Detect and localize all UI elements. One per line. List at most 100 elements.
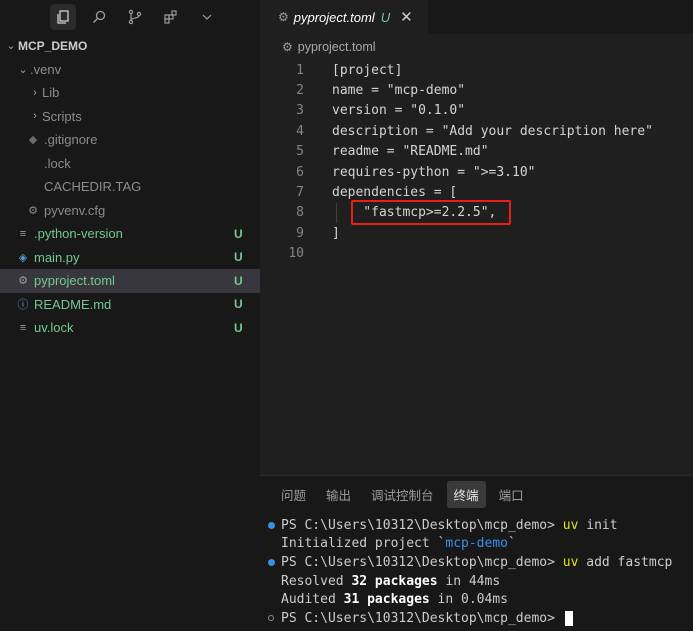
prompt: PS C:\Users\10312\Desktop\mcp_demo> xyxy=(281,610,563,626)
command-success-icon xyxy=(268,521,275,529)
lines-icon: ≡ xyxy=(19,321,27,334)
extensions-icon[interactable] xyxy=(158,4,184,30)
file-label: main.py xyxy=(34,249,80,265)
line-number: 4 xyxy=(296,123,304,139)
explorer-icon[interactable] xyxy=(50,4,76,30)
chevron-down-icon[interactable] xyxy=(194,4,220,30)
editor-tabbar: ⚙ pyproject.toml U ✕ xyxy=(260,0,693,34)
line-text: readme = "README.md" xyxy=(332,144,489,160)
prompt: PS C:\Users\10312\Desktop\mcp_demo> xyxy=(281,554,563,570)
command-args: init xyxy=(578,517,618,533)
file-label: .lock xyxy=(44,155,71,171)
line-number: 3 xyxy=(296,103,304,119)
line-number: 8 xyxy=(296,205,304,221)
command-success-icon xyxy=(268,558,275,566)
file-label: pyproject.toml xyxy=(34,273,115,289)
folder-lib[interactable]: › Lib xyxy=(0,81,260,105)
code-line: 9] xyxy=(260,223,693,243)
output-count: 32 packages xyxy=(351,573,438,589)
line-number: 2 xyxy=(296,83,304,99)
file-python-version[interactable]: ≡ .python-version U xyxy=(0,222,260,246)
root-folder[interactable]: ⌄ MCP_DEMO xyxy=(0,34,260,58)
output-text: in 0.04ms xyxy=(429,592,508,608)
gear-icon: ⚙ xyxy=(28,204,38,217)
chevron-right-icon: › xyxy=(33,86,37,99)
file-label: .python-version xyxy=(34,226,123,242)
chevron-down-icon: ⌄ xyxy=(18,63,28,76)
close-icon[interactable]: ✕ xyxy=(400,8,413,26)
file-readme-md[interactable]: ⓘ README.md U xyxy=(0,293,260,317)
prompt: PS C:\Users\10312\Desktop\mcp_demo> xyxy=(281,517,563,533)
file-label: Lib xyxy=(42,85,60,101)
tab-output[interactable]: 输出 xyxy=(319,481,358,508)
tab-problems[interactable]: 问题 xyxy=(274,481,313,508)
file-label: Scripts xyxy=(42,108,82,124)
line-text: requires-python = ">=3.10" xyxy=(332,164,536,180)
code-line: 5 readme = "README.md" xyxy=(260,142,693,162)
gear-icon: ⚙ xyxy=(18,275,28,288)
tab-title: pyproject.toml xyxy=(293,9,375,25)
folder-scripts[interactable]: › Scripts xyxy=(0,105,260,129)
editor-area: ⚙ pyproject.toml U ✕ ⚙ pyproject.toml 1 [… xyxy=(260,0,693,475)
python-icon: ◈ xyxy=(18,251,28,264)
file-cachedir-tag[interactable]: CACHEDIR.TAG xyxy=(0,175,260,199)
git-icon: ◆ xyxy=(28,134,38,147)
root-folder-label: MCP_DEMO xyxy=(18,38,88,53)
bottom-panel: 问题 输出 调试控制台 终端 端口 PS C:\Users\10312\Desk… xyxy=(260,475,693,631)
folder-venv[interactable]: ⌄ .venv xyxy=(0,58,260,82)
file-gitignore[interactable]: ◆ .gitignore xyxy=(0,128,260,152)
code-line: 10 xyxy=(260,244,693,264)
tab-ports[interactable]: 端口 xyxy=(492,481,531,508)
output-text: ` xyxy=(508,536,516,552)
terminal-line: Initialized project ` mcp-demo ` xyxy=(260,535,693,554)
source-control-icon[interactable] xyxy=(122,4,148,30)
file-pyproject-toml[interactable]: ⚙ pyproject.toml U xyxy=(0,269,260,293)
line-number: 10 xyxy=(288,246,304,262)
line-number: 7 xyxy=(296,185,304,201)
line-text: name = "mcp-demo" xyxy=(332,83,466,99)
untracked-badge: U xyxy=(234,250,243,265)
breadcrumb-file[interactable]: pyproject.toml xyxy=(298,40,376,54)
output-text: in 44ms xyxy=(437,573,501,589)
file-label: uv.lock xyxy=(34,320,74,336)
file-label: .gitignore xyxy=(44,132,98,148)
tab-pyproject-toml[interactable]: ⚙ pyproject.toml U ✕ xyxy=(260,0,428,34)
chevron-down-icon: ⌄ xyxy=(6,40,16,53)
code-editor[interactable]: 1 [project] 2 name = "mcp-demo" 3 version =… xyxy=(260,60,693,264)
file-main-py[interactable]: ◈ main.py U xyxy=(0,246,260,270)
search-icon[interactable] xyxy=(86,4,112,30)
file-uv-lock[interactable]: ≡ uv.lock U xyxy=(0,316,260,340)
file-pyvenv-cfg[interactable]: ⚙ pyvenv.cfg xyxy=(0,199,260,223)
code-line: 1 [project] xyxy=(260,60,693,80)
untracked-badge: U xyxy=(234,226,243,241)
terminal[interactable]: PS C:\Users\10312\Desktop\mcp_demo> uv i… xyxy=(260,512,693,628)
command: uv xyxy=(562,517,579,533)
terminal-line: Resolved 32 packages in 44ms xyxy=(260,572,693,591)
untracked-badge: U xyxy=(234,297,243,312)
file-lock[interactable]: .lock xyxy=(0,152,260,176)
tab-terminal[interactable]: 终端 xyxy=(446,480,486,508)
terminal-line: PS C:\Users\10312\Desktop\mcp_demo> xyxy=(260,609,693,628)
activity-bar xyxy=(0,0,260,34)
untracked-badge: U xyxy=(234,320,243,335)
terminal-line: PS C:\Users\10312\Desktop\mcp_demo> uv a… xyxy=(260,553,693,572)
file-label: CACHEDIR.TAG xyxy=(44,179,142,195)
code-line: 3 version = "0.1.0" xyxy=(260,101,693,121)
command: uv xyxy=(562,554,579,570)
output-text: Audited xyxy=(281,592,344,608)
output-text: Resolved xyxy=(281,573,352,589)
line-number: 6 xyxy=(296,164,304,180)
file-label: README.md xyxy=(34,296,112,312)
explorer-sidebar: ⌄ MCP_DEMO ⌄ .venv › Lib › Scripts ◆ .gi… xyxy=(0,0,260,631)
tab-debug-console[interactable]: 调试控制台 xyxy=(364,481,441,508)
panel-tabs: 问题 输出 调试控制台 终端 端口 xyxy=(260,476,693,512)
terminal-cursor xyxy=(564,610,573,626)
pending-command-icon xyxy=(268,615,274,622)
terminal-line: PS C:\Users\10312\Desktop\mcp_demo> uv i… xyxy=(260,516,693,535)
output-count: 31 packages xyxy=(343,592,430,608)
output-text: Initialized project ` xyxy=(281,536,446,552)
info-icon: ⓘ xyxy=(17,299,29,312)
tab-status: U xyxy=(380,9,391,25)
command-args: add fastmcp xyxy=(578,554,673,570)
code-line: 6 requires-python = ">=3.10" xyxy=(260,162,693,182)
